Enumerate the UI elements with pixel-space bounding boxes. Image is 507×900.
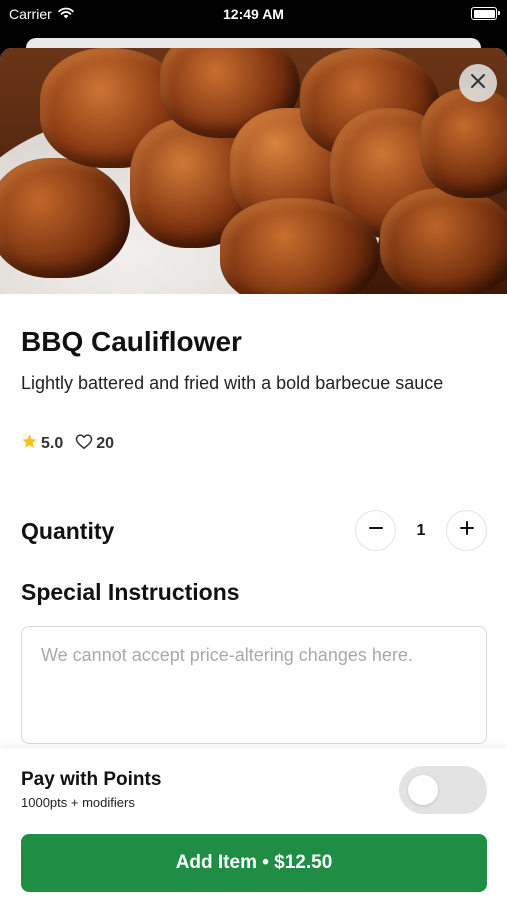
item-detail-sheet: BBQ Cauliflower Lightly battered and fri… bbox=[0, 48, 507, 900]
status-time: 12:49 AM bbox=[223, 6, 284, 22]
toggle-knob bbox=[408, 775, 438, 805]
screen: Carrier 12:49 AM BBQ Cauliflower Lightly… bbox=[0, 0, 507, 900]
minus-icon bbox=[368, 521, 383, 540]
likes-count: 20 bbox=[96, 435, 115, 452]
close-button[interactable] bbox=[459, 64, 497, 102]
status-bar: Carrier 12:49 AM bbox=[0, 0, 507, 28]
quantity-label: Quantity bbox=[21, 518, 115, 544]
add-item-button[interactable]: Add Item • $12.50 bbox=[21, 834, 487, 892]
decrement-button[interactable] bbox=[355, 510, 396, 551]
close-icon bbox=[470, 73, 486, 94]
pay-with-points-label: Pay with Points bbox=[21, 769, 162, 790]
points-subtitle: 1000pts + modifiers bbox=[21, 795, 135, 810]
heart-icon bbox=[75, 433, 93, 455]
increment-button[interactable] bbox=[446, 510, 487, 551]
quantity-value: 1 bbox=[416, 521, 426, 539]
special-instructions-input[interactable] bbox=[21, 626, 487, 744]
food-chunk bbox=[380, 188, 507, 294]
star-icon bbox=[21, 433, 38, 455]
battery-icon bbox=[471, 7, 500, 20]
footer-bar: Pay with Points 1000pts + modifiers Add … bbox=[0, 748, 507, 900]
item-description: Lightly battered and fried with a bold b… bbox=[21, 373, 444, 393]
pay-with-points-toggle[interactable] bbox=[399, 766, 487, 814]
rating-value: 5.0 bbox=[41, 435, 64, 452]
quantity-stepper: 1 bbox=[355, 510, 487, 551]
bbq-cauliflower-photo bbox=[0, 48, 507, 294]
rating: 5.0 bbox=[21, 433, 63, 455]
item-title: BBQ Cauliflower bbox=[21, 326, 242, 357]
plus-icon bbox=[459, 521, 474, 540]
food-chunk bbox=[420, 88, 507, 198]
item-meta: 5.0 20 bbox=[21, 433, 114, 455]
likes[interactable]: 20 bbox=[75, 433, 114, 455]
special-instructions-label: Special Instructions bbox=[21, 579, 240, 605]
